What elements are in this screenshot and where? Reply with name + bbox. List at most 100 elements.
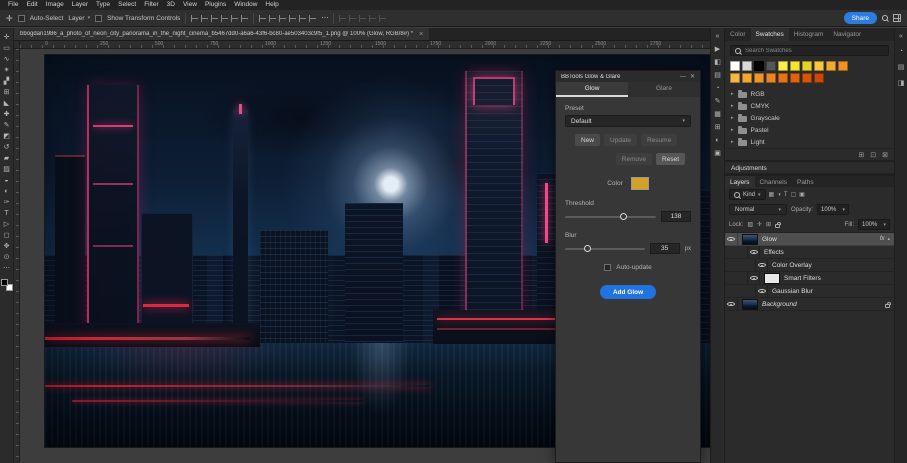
shapes-panel-icon[interactable]: ▣ bbox=[714, 150, 721, 157]
minimize-icon[interactable]: — bbox=[680, 74, 686, 80]
layer-row-gaussian-blur[interactable]: Gaussian Blur bbox=[725, 285, 894, 298]
align-right-icon[interactable] bbox=[211, 15, 218, 22]
layer-thumbnail[interactable] bbox=[742, 234, 758, 245]
align-bottom-icon[interactable] bbox=[241, 15, 248, 22]
3d-orbit-icon[interactable] bbox=[339, 15, 346, 22]
healing-brush-tool[interactable]: ✚ bbox=[4, 111, 10, 118]
tab-navigator[interactable]: Navigator bbox=[828, 28, 866, 41]
new-swatch-icon[interactable]: ⊡ bbox=[870, 151, 876, 159]
3d-scale-icon[interactable] bbox=[379, 15, 386, 22]
align-top-icon[interactable] bbox=[221, 15, 228, 22]
tab-color[interactable]: Color bbox=[725, 28, 751, 41]
history-brush-tool[interactable]: ↺ bbox=[4, 144, 10, 151]
menu-help[interactable]: Help bbox=[261, 0, 282, 10]
align-left-icon[interactable] bbox=[191, 15, 198, 22]
gradient-tool[interactable]: ▨ bbox=[3, 166, 10, 173]
swatch-folder-light[interactable]: ▸ Light bbox=[725, 136, 894, 148]
document-tab[interactable]: bbogdan1986_a_photo_of_neon_city_panoram… bbox=[14, 28, 429, 40]
color-swatch[interactable] bbox=[730, 73, 740, 83]
marquee-tool[interactable]: ▭ bbox=[3, 45, 10, 52]
3d-pan-icon[interactable] bbox=[359, 15, 366, 22]
distribute-left-icon[interactable] bbox=[259, 15, 266, 22]
quick-selection-tool[interactable]: ✶ bbox=[4, 67, 10, 74]
color-swatch[interactable] bbox=[754, 61, 764, 71]
search-icon[interactable] bbox=[882, 15, 888, 21]
crop-tool[interactable]: ▞ bbox=[4, 78, 9, 85]
layer-row-effects[interactable]: Effects bbox=[725, 246, 894, 259]
pen-tool[interactable]: ✑ bbox=[4, 199, 10, 206]
add-glow-button[interactable]: Add Glow bbox=[600, 285, 656, 299]
color-swatch[interactable] bbox=[778, 61, 788, 71]
clone-stamp-tool[interactable]: ◩ bbox=[3, 133, 10, 140]
layer-row-background[interactable]: Background bbox=[725, 298, 894, 311]
blur-value[interactable]: 35 bbox=[650, 243, 680, 254]
effect-name[interactable]: Color Overlay bbox=[772, 262, 812, 269]
layer-row-color-overlay[interactable]: Color Overlay bbox=[725, 259, 894, 272]
menu-file[interactable]: File bbox=[4, 0, 22, 10]
lock-position-icon[interactable]: ✛ bbox=[757, 221, 762, 228]
menu-edit[interactable]: Edit bbox=[22, 0, 41, 10]
visibility-toggle[interactable] bbox=[755, 259, 768, 271]
visibility-toggle[interactable] bbox=[747, 272, 760, 284]
filter-name[interactable]: Gaussian Blur bbox=[772, 288, 813, 295]
actions-panel-icon[interactable]: ▶ bbox=[715, 46, 720, 53]
resume-button[interactable]: Resume bbox=[641, 134, 677, 146]
info-panel-icon[interactable]: ⊞ bbox=[715, 124, 721, 131]
threshold-slider-handle[interactable] bbox=[620, 213, 627, 220]
history-panel-icon[interactable]: ◔ bbox=[715, 85, 719, 92]
remove-button[interactable]: Remove bbox=[616, 153, 652, 165]
filter-adjustment-icon[interactable]: ◑ bbox=[777, 192, 781, 198]
auto-select-checkbox[interactable] bbox=[18, 15, 25, 22]
blur-slider-handle[interactable] bbox=[584, 245, 591, 252]
swatch-search-box[interactable] bbox=[730, 45, 889, 56]
blur-tool[interactable]: ◒ bbox=[4, 177, 8, 184]
lock-transparency-icon[interactable]: ▨ bbox=[747, 221, 753, 228]
blur-slider[interactable] bbox=[565, 248, 645, 250]
zoom-tool[interactable]: ⊙ bbox=[4, 254, 10, 261]
distribute-right-icon[interactable] bbox=[279, 15, 286, 22]
menu-select[interactable]: Select bbox=[114, 0, 140, 10]
swatch-folder-cmyk[interactable]: ▸ CMYK bbox=[725, 100, 894, 112]
color-swatch[interactable] bbox=[742, 61, 752, 71]
lasso-tool[interactable]: ∿ bbox=[4, 56, 10, 63]
auto-select-target-dropdown[interactable]: Layer ▾ bbox=[68, 15, 90, 22]
distribute-top-icon[interactable] bbox=[289, 15, 296, 22]
path-select-tool[interactable]: ▷ bbox=[4, 221, 9, 228]
opacity-field[interactable]: 100% ▾ bbox=[817, 204, 849, 215]
auto-update-checkbox[interactable] bbox=[604, 264, 611, 271]
share-button[interactable]: Share bbox=[844, 12, 877, 24]
color-swatch[interactable] bbox=[814, 73, 824, 83]
brushes-panel-icon[interactable]: ✎ bbox=[715, 98, 721, 105]
layer-name[interactable]: Background bbox=[762, 301, 797, 308]
threshold-slider[interactable] bbox=[565, 216, 656, 218]
patterns-panel-icon[interactable]: ▦ bbox=[714, 111, 721, 118]
adjustments-panel-header[interactable]: Adjustments bbox=[725, 160, 894, 174]
glow-color-swatch[interactable] bbox=[631, 177, 649, 190]
filter-shape-icon[interactable]: ▢ bbox=[791, 191, 797, 198]
menu-window[interactable]: Window bbox=[230, 0, 261, 10]
menu-type[interactable]: Type bbox=[92, 0, 114, 10]
type-tool[interactable]: T bbox=[4, 210, 8, 217]
lock-all-icon[interactable] bbox=[775, 224, 780, 228]
color-swatch[interactable] bbox=[826, 61, 836, 71]
history-dock-icon[interactable]: ◔ bbox=[899, 48, 903, 55]
color-swatch[interactable] bbox=[790, 61, 800, 71]
swatch-search-input[interactable] bbox=[745, 48, 884, 54]
color-swatch[interactable] bbox=[802, 73, 812, 83]
new-group-icon[interactable]: ⊞ bbox=[858, 151, 864, 159]
swatch-folder-rgb[interactable]: ▸ RGB bbox=[725, 88, 894, 100]
3d-roll-icon[interactable] bbox=[349, 15, 356, 22]
layer-filter-kind-dropdown[interactable]: Kind ▾ bbox=[729, 189, 766, 200]
align-center-v-icon[interactable] bbox=[231, 15, 238, 22]
close-icon[interactable]: ✕ bbox=[690, 73, 695, 80]
preset-dropdown[interactable]: Default ▾ bbox=[565, 115, 691, 127]
layer-row-smart-filters[interactable]: Smart Filters bbox=[725, 272, 894, 285]
menu-plugins[interactable]: Plugins bbox=[201, 0, 230, 10]
distribute-center-v-icon[interactable] bbox=[299, 15, 306, 22]
dodge-tool[interactable]: ◐ bbox=[4, 188, 8, 195]
swatch-folder-pastel[interactable]: ▸ Pastel bbox=[725, 124, 894, 136]
menu-filter[interactable]: Filter bbox=[140, 0, 162, 10]
visibility-toggle[interactable] bbox=[725, 233, 738, 245]
color-swatch[interactable] bbox=[814, 61, 824, 71]
close-tab-icon[interactable]: × bbox=[419, 31, 423, 38]
